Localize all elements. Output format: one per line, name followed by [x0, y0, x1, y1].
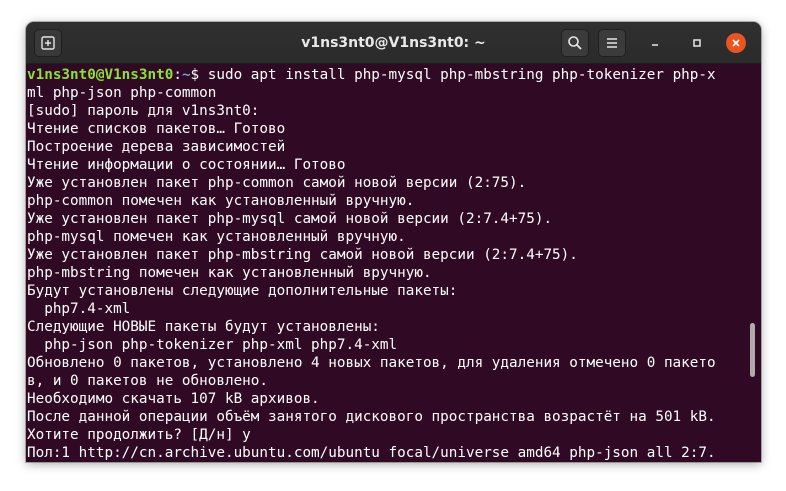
close-button[interactable] — [726, 33, 746, 53]
output-line: Уже установлен пакет php-common самой но… — [27, 175, 527, 191]
hamburger-menu-icon — [607, 38, 617, 48]
command-text: sudo apt install php-mysql php-mbstring … — [199, 67, 716, 83]
maximize-button[interactable] — [687, 33, 707, 53]
output-line: Чтение списков пакетов… Готово — [27, 121, 286, 137]
new-tab-button[interactable] — [34, 29, 62, 57]
close-icon — [732, 39, 740, 47]
menu-button[interactable] — [598, 29, 626, 57]
output-line: Следующие НОВЫЕ пакеты будут установлены… — [27, 319, 380, 335]
output-line: php-json php-tokenizer php-xml php7.4-xm… — [27, 337, 398, 353]
search-icon — [568, 36, 582, 50]
output-line: php7.4-xml — [27, 301, 131, 317]
search-button[interactable] — [561, 29, 589, 57]
output-line: После данной операции объём занятого дис… — [27, 409, 716, 425]
output-line: Уже установлен пакет php-mbstring самой … — [27, 247, 578, 263]
prompt-symbol: $ — [190, 67, 200, 83]
new-tab-icon — [41, 36, 55, 50]
output-lines: [sudo] пароль для v1ns3nt0: Чтение списко… — [27, 102, 761, 462]
output-line: Уже установлен пакет php-mysql самой нов… — [27, 211, 553, 227]
scrollbar-thumb[interactable] — [750, 323, 755, 377]
minimize-button[interactable] — [645, 33, 665, 53]
output-line: php-mbstring помечен как установленный в… — [27, 265, 432, 281]
terminal-window: v1ns3nt0@V1ns3nt0: ~ v1ns3nt0@V1ns3nt0:~… — [26, 22, 761, 462]
output-line: Построение дерева зависимостей — [27, 139, 286, 155]
prompt-user: v1ns3nt0@V1ns3nt0 — [27, 67, 174, 83]
terminal-output[interactable]: v1ns3nt0@V1ns3nt0:~$ sudo apt install ph… — [26, 64, 761, 462]
output-line: Будут установлены следующие дополнительн… — [27, 283, 458, 299]
output-line: Хотите продолжить? [Д/н] у — [27, 427, 251, 443]
command-continuation: ml php-json php-common — [27, 85, 217, 101]
output-line: php-mysql помечен как установленный вруч… — [27, 229, 406, 245]
output-line: php-common помечен как установленный вру… — [27, 193, 415, 209]
output-line: Обновлено 0 пакетов, установлено 4 новых… — [27, 355, 716, 371]
command-prompt-line: v1ns3nt0@V1ns3nt0:~$ sudo apt install ph… — [27, 66, 761, 84]
output-line: Пол:1 http://cn.archive.ubuntu.com/ubunt… — [27, 445, 716, 461]
maximize-icon — [693, 39, 701, 47]
output-line: в, и 0 пакетов не обновлено. — [27, 373, 269, 389]
minimize-icon — [652, 44, 658, 46]
title-bar[interactable]: v1ns3nt0@V1ns3nt0: ~ — [26, 22, 761, 64]
prompt-separator: : — [173, 67, 182, 83]
output-line: Чтение информации о состоянии… Готово — [27, 157, 346, 173]
prompt-path: ~ — [181, 67, 191, 83]
output-line: Необходимо скачать 107 kB архивов. — [27, 391, 320, 407]
output-line: [sudo] пароль для v1ns3nt0: — [27, 103, 260, 119]
